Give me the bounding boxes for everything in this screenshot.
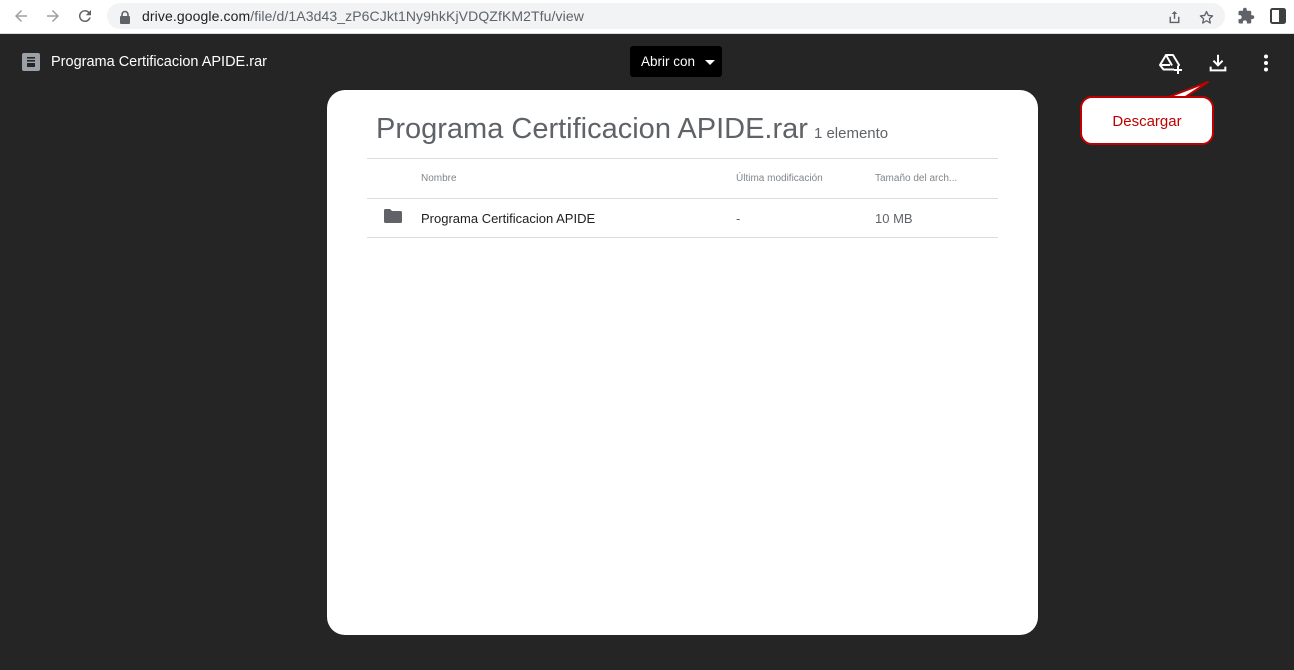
arrow-right-icon <box>47 10 59 22</box>
url-text[interactable]: drive.google.com/file/d/1A3d43_zP6CJkt1N… <box>142 8 584 24</box>
more-vert-icon <box>1264 54 1268 72</box>
back-button[interactable] <box>8 4 34 28</box>
row-modified: - <box>736 211 741 226</box>
archive-name: Programa Certificacion APIDE.rar <box>376 113 808 145</box>
url-path: /file/d/1A3d43_zP6CJkt1Ny9hkKjVDQZfKM2Tf… <box>250 8 584 24</box>
file-title: Programa Certificacion APIDE.rar <box>51 54 267 70</box>
archive-contents-card: Programa Certificacion APIDE.rar 1 elemen… <box>327 90 1038 635</box>
star-icon[interactable] <box>1197 8 1215 26</box>
lock-icon[interactable] <box>116 8 134 26</box>
column-header-modified[interactable]: Última modificación <box>736 173 823 184</box>
card-title: Programa Certificacion APIDE.rar 1 elemen… <box>376 113 888 146</box>
item-count: 1 elemento <box>813 125 889 142</box>
viewer-top-bar: Programa Certificacion APIDE.rar Abrir c… <box>0 34 1294 90</box>
extensions-puzzle-icon[interactable] <box>1236 6 1256 26</box>
url-host: drive.google.com <box>142 8 251 24</box>
side-panel-icon[interactable] <box>1268 6 1288 26</box>
caret-down-icon <box>705 60 715 65</box>
row-size: 10 MB <box>875 211 913 226</box>
download-callout: Descargar <box>1080 96 1214 145</box>
table-row[interactable]: Programa Certificacion APIDE - 10 MB <box>367 199 998 238</box>
archive-file-icon <box>22 53 40 71</box>
column-header-name[interactable]: Nombre <box>421 173 457 184</box>
table-header: Nombre Última modificación Tamaño del ar… <box>367 158 998 199</box>
callout-label: Descargar <box>1112 113 1182 130</box>
archive-table: Nombre Última modificación Tamaño del ar… <box>367 158 998 238</box>
share-icon[interactable] <box>1165 8 1183 26</box>
open-with-label: Abrir con <box>641 54 696 69</box>
column-header-size[interactable]: Tamaño del arch... <box>875 173 957 184</box>
open-with-button[interactable]: Abrir con <box>630 46 722 77</box>
forward-button[interactable] <box>40 4 66 28</box>
row-name: Programa Certificacion APIDE <box>421 211 596 226</box>
address-bar[interactable]: drive.google.com/file/d/1A3d43_zP6CJkt1N… <box>107 3 1225 29</box>
browser-toolbar: drive.google.com/file/d/1A3d43_zP6CJkt1N… <box>0 0 1294 34</box>
reload-button[interactable] <box>72 4 98 28</box>
folder-icon <box>384 209 402 223</box>
arrow-left-icon <box>15 10 27 22</box>
more-options-button[interactable] <box>1254 51 1278 75</box>
reload-icon <box>78 10 91 23</box>
